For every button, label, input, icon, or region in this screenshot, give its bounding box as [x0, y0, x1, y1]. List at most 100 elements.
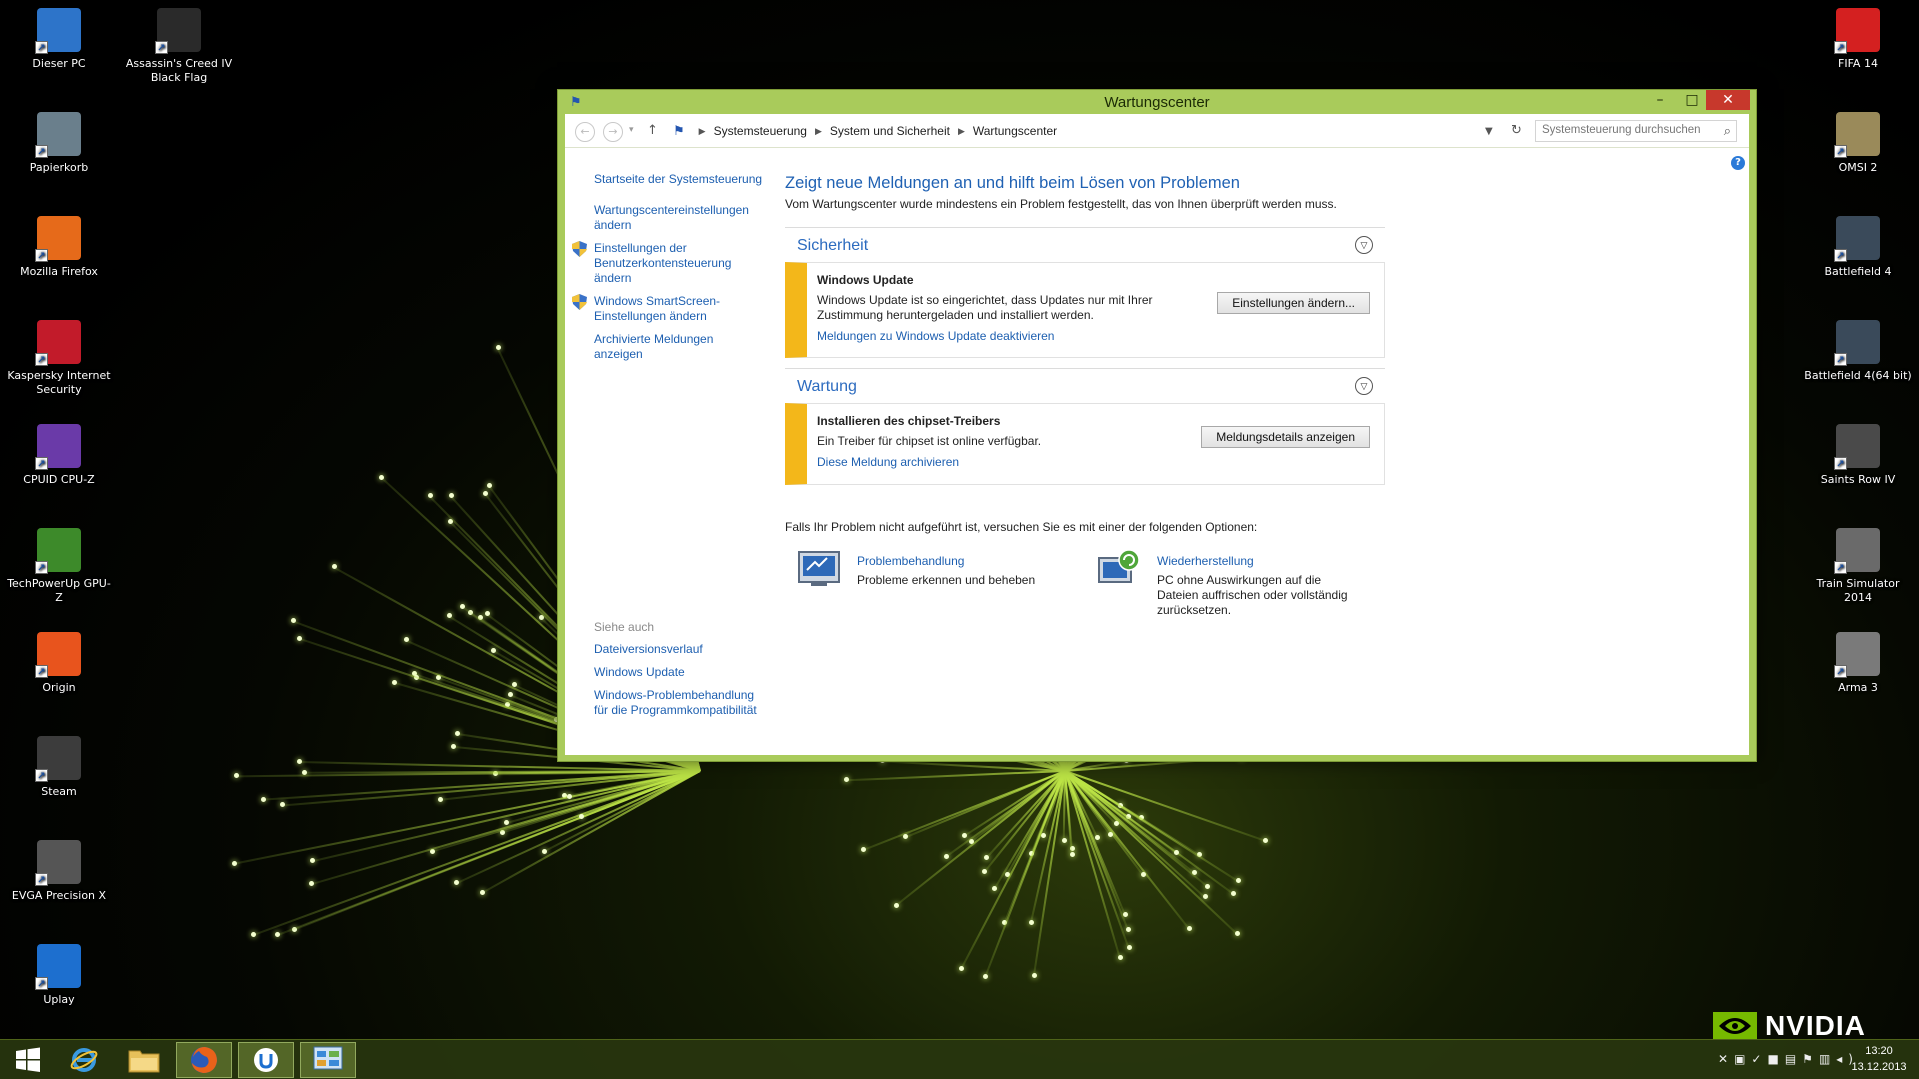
shortcut-arrow-icon: ↗ — [35, 665, 48, 678]
desktop-icon[interactable]: ↗ Steam — [4, 736, 114, 799]
close-button[interactable]: ✕ — [1706, 90, 1750, 110]
search-icon[interactable]: ⌕ — [1724, 123, 1731, 139]
fiber-tip — [1126, 944, 1132, 950]
desktop-icon[interactable]: ↗ TechPowerUp GPU-Z — [4, 528, 114, 605]
desktop-icon-label: Battlefield 4(64 bit) — [1804, 369, 1912, 382]
system-tray[interactable]: ✕▣✓■▤⚑▥◂) — [1718, 1052, 1859, 1066]
desktop-icon[interactable]: ↗ Assassin's Creed IV Black Flag — [124, 8, 234, 85]
show-message-details-button[interactable]: Meldungsdetails anzeigen — [1201, 426, 1370, 448]
desktop-icon[interactable]: ↗ Origin — [4, 632, 114, 695]
desktop-icon[interactable]: ↗ FIFA 14 — [1803, 8, 1913, 71]
fiber-ray — [1029, 770, 1066, 924]
recent-pages-dropdown-icon[interactable]: ▾ — [629, 125, 634, 135]
taskbar-uplay[interactable] — [238, 1042, 294, 1078]
clock-time: 13:20 — [1865, 1045, 1893, 1057]
forward-button[interactable]: → — [603, 122, 623, 142]
fiber-ray — [1064, 770, 1099, 839]
breadcrumb-item-systemsteuerung[interactable]: Systemsteuerung — [714, 124, 807, 138]
fiber-ray — [1064, 770, 1127, 916]
desktop-icon[interactable]: ↗ Kaspersky Internet Security — [4, 320, 114, 397]
address-dropdown-icon[interactable]: ▼ — [1485, 126, 1493, 137]
sidebar-link-label: Wartungscentereinstellungen ändern — [594, 203, 749, 232]
taskbar-control-panel[interactable] — [300, 1042, 356, 1078]
breadcrumb-item-system-und-sicherheit[interactable]: System und Sicherheit — [830, 124, 950, 138]
fiber-tip — [1138, 814, 1144, 820]
breadcrumb-separator-icon[interactable]: ▶ — [815, 126, 822, 137]
breadcrumb-separator-icon[interactable]: ▶ — [699, 126, 706, 137]
maximize-button[interactable]: □ — [1676, 90, 1708, 110]
shortcut-arrow-icon: ↗ — [35, 41, 48, 54]
desktop-icon[interactable]: ↗ Saints Row IV — [1803, 424, 1913, 487]
fiber-ray — [963, 770, 1066, 838]
section-sicherheit-header[interactable]: Sicherheit ▽ — [785, 228, 1385, 262]
desktop-icon-label: Kaspersky Internet Security — [7, 369, 111, 396]
taskbar-firefox[interactable] — [176, 1042, 232, 1078]
chevron-down-icon[interactable]: ▽ — [1355, 236, 1373, 254]
fiber-tip — [310, 858, 316, 864]
sidebar-link[interactable]: Startseite der Systemsteuerung — [594, 172, 764, 187]
change-settings-button[interactable]: Einstellungen ändern... — [1217, 292, 1370, 314]
back-button[interactable]: ← — [575, 122, 595, 142]
breadcrumb[interactable]: ⚑ ▶ Systemsteuerung ▶ System und Sicherh… — [668, 120, 1488, 142]
minimize-button[interactable]: – — [1644, 90, 1676, 110]
desktop-icon[interactable]: ↗ Battlefield 4(64 bit) — [1803, 320, 1913, 383]
chevron-down-icon[interactable]: ▽ — [1355, 377, 1373, 395]
shortcut-arrow-icon: ↗ — [35, 145, 48, 158]
fiber-tip — [1192, 869, 1198, 875]
disable-windows-update-messages-link[interactable]: Meldungen zu Windows Update deaktivieren — [817, 329, 1374, 343]
option-description: Probleme erkennen und beheben — [857, 573, 1036, 587]
fiber-ray — [1064, 770, 1195, 874]
desktop-icon[interactable]: ↗ CPUID CPU-Z — [4, 424, 114, 487]
up-arrow-icon[interactable]: ↑ — [647, 123, 658, 138]
option-title[interactable]: Problembehandlung — [857, 554, 1057, 569]
desktop-icon[interactable]: ↗ Train Simulator 2014 — [1803, 528, 1913, 605]
firefox-icon: ↗ — [35, 216, 81, 262]
see-also-compatibility-troubleshooter[interactable]: Windows-Problembehandlung für die Progra… — [594, 688, 769, 718]
desktop-icon-label: Uplay — [43, 993, 75, 1006]
tray-icon[interactable]: ■ — [1767, 1052, 1784, 1066]
taskbar-internet-explorer[interactable] — [56, 1042, 112, 1078]
uplay-icon: ↗ — [35, 944, 81, 990]
sidebar-link[interactable]: Einstellungen der Benutzerkontensteuerun… — [572, 241, 764, 286]
desktop-icon[interactable]: ↗ Arma 3 — [1803, 632, 1913, 695]
fiber-ray — [543, 770, 701, 853]
fiber-tip — [1231, 890, 1237, 896]
desktop-icon[interactable]: ↗ EVGA Precision X — [4, 840, 114, 903]
refresh-icon[interactable]: ↻ — [1511, 123, 1522, 138]
sidebar-link[interactable]: Wartungscentereinstellungen ändern — [594, 203, 764, 233]
option-title[interactable]: Wiederherstellung — [1157, 554, 1357, 569]
start-button[interactable] — [0, 1042, 56, 1078]
tray-icon[interactable]: ✕ — [1718, 1052, 1734, 1066]
fiber-tip — [1126, 927, 1132, 933]
sidebar-link[interactable]: Windows SmartScreen-Einstellungen ändern — [572, 294, 764, 324]
tray-icon[interactable]: ✓ — [1751, 1052, 1767, 1066]
archive-message-link[interactable]: Diese Meldung archivieren — [817, 455, 1374, 469]
desktop-icon[interactable]: ↗ Dieser PC — [4, 8, 114, 71]
section-wartung-header[interactable]: Wartung ▽ — [785, 369, 1385, 403]
window-titlebar[interactable]: ⚑ Wartungscenter – □ ✕ — [558, 90, 1756, 114]
desktop-icon[interactable]: ↗ OMSI 2 — [1803, 112, 1913, 175]
desktop-icon[interactable]: ↗ Battlefield 4 — [1803, 216, 1913, 279]
network-icon[interactable]: ▥ — [1819, 1052, 1836, 1066]
sidebar-link[interactable]: Archivierte Meldungen anzeigen — [594, 332, 764, 362]
tray-icon[interactable]: ▣ — [1734, 1052, 1751, 1066]
shortcut-arrow-icon: ↗ — [35, 977, 48, 990]
search-input[interactable]: Systemsteuerung durchsuchen ⌕ — [1535, 120, 1737, 142]
clock[interactable]: 13:20 13.12.2013 — [1849, 1043, 1909, 1075]
fiber-tip — [538, 614, 544, 620]
shortcut-arrow-icon: ↗ — [35, 249, 48, 262]
fiber-ray — [1064, 770, 1130, 931]
breadcrumb-separator-icon[interactable]: ▶ — [958, 126, 965, 137]
see-also-windows-update[interactable]: Windows Update — [594, 665, 769, 680]
fiber-tip — [450, 743, 456, 749]
action-center-flag-icon[interactable]: ⚑ — [1802, 1052, 1819, 1066]
breadcrumb-item-wartungscenter[interactable]: Wartungscenter — [973, 124, 1057, 138]
tray-icon[interactable]: ▤ — [1785, 1052, 1802, 1066]
shortcut-arrow-icon: ↗ — [1834, 665, 1847, 678]
desktop-icon[interactable]: ↗ Papierkorb — [4, 112, 114, 175]
see-also-dateiversionsverlauf[interactable]: Dateiversionsverlauf — [594, 642, 769, 657]
taskbar-file-explorer[interactable] — [116, 1042, 172, 1078]
desktop-icon[interactable]: ↗ Mozilla Firefox — [4, 216, 114, 279]
desktop-icon[interactable]: ↗ Uplay — [4, 944, 114, 1007]
help-icon[interactable]: ? — [1731, 156, 1745, 170]
